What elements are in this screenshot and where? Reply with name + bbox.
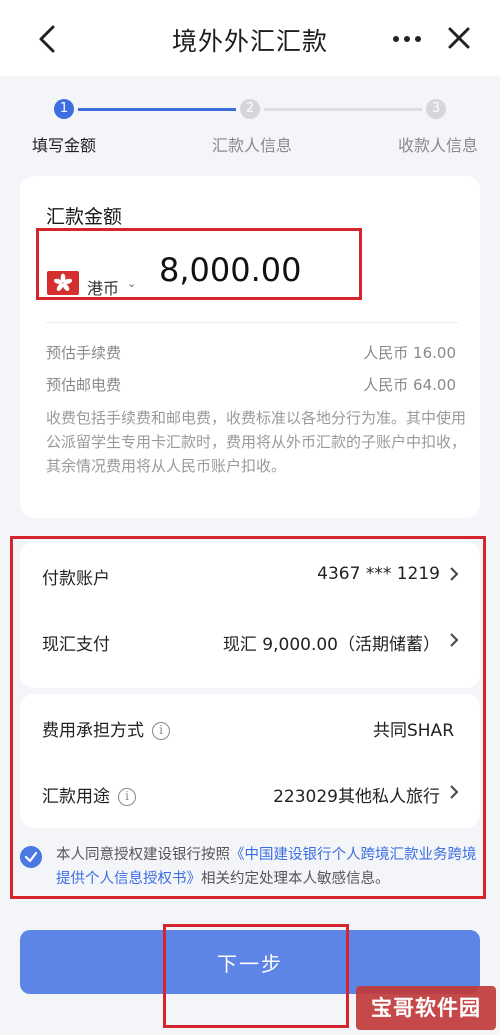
step-1-label: 填写金额 xyxy=(32,136,97,155)
payment-account-label: 付款账户 xyxy=(42,569,110,589)
fee-bearer-value: 共同SHAR xyxy=(372,721,454,741)
step-2-indicator: 2 xyxy=(240,99,260,119)
hk-flag-icon xyxy=(47,271,79,295)
check-icon[interactable] xyxy=(20,846,42,868)
step-connector-1 xyxy=(78,108,236,111)
payment-card: 付款账户 4367 *** 1219 现汇支付 现汇 9,000.00（活期储蓄… xyxy=(20,542,480,688)
watermark-logo: 宝哥软件园 xyxy=(356,986,496,1030)
progress-stepper: 1 2 3 填写金额 汇款人信息 收款人信息 xyxy=(0,96,500,156)
payment-method-row[interactable]: 现汇支付 现汇 9,000.00（活期储蓄） xyxy=(20,610,480,670)
header: 境外外汇汇款 xyxy=(0,0,500,76)
step-1-indicator: 1 xyxy=(54,99,74,119)
remittance-purpose-label: 汇款用途 i xyxy=(42,782,136,807)
step-3-indicator: 3 xyxy=(426,99,446,119)
consent-text: 本人同意授权建设银行按照《中国建设银行个人跨境汇款业务跨境提供个人信息授权书》相… xyxy=(56,847,477,887)
chevron-down-icon[interactable]: ⌄ xyxy=(127,277,136,290)
fee-options-card: 费用承担方式 i 共同SHAR 汇款用途 i 223029其他私人旅行 xyxy=(20,694,480,828)
step-3-label: 收款人信息 xyxy=(398,136,479,155)
step-2-label: 汇款人信息 xyxy=(212,136,293,155)
amount-input-highlight[interactable]: 港币 ⌄ 8,000.00 xyxy=(36,228,362,300)
chevron-right-icon xyxy=(450,633,459,647)
fee-bearer-row[interactable]: 费用承担方式 i 共同SHAR xyxy=(20,696,480,756)
fee-note: 收费包括手续费和邮电费，收费标准以各地分行为准。其中使用公派留学生专用卡汇款时，… xyxy=(46,409,467,475)
next-step-button[interactable]: 下一步 xyxy=(20,930,480,994)
currency-selector[interactable]: 港币 xyxy=(87,275,119,299)
info-icon[interactable]: i xyxy=(152,722,170,740)
remittance-purpose-value: 223029其他私人旅行 xyxy=(273,787,440,807)
chevron-right-icon xyxy=(450,785,459,799)
handling-fee-label: 预估手续费 xyxy=(46,344,122,362)
payment-method-value: 现汇 9,000.00（活期储蓄） xyxy=(222,635,440,655)
page-title: 境外外汇汇款 xyxy=(171,27,328,56)
more-icon[interactable] xyxy=(392,34,422,44)
amount-card: 汇款金额 港币 ⌄ 8,000.00 预估手续费 人民币 16.00 预估邮电费… xyxy=(20,176,480,518)
remittance-purpose-row[interactable]: 汇款用途 i 223029其他私人旅行 xyxy=(20,762,480,822)
postage-fee-label: 预估邮电费 xyxy=(46,376,122,394)
divider xyxy=(46,322,458,323)
payment-account-row[interactable]: 付款账户 4367 *** 1219 xyxy=(20,544,480,604)
chevron-right-icon xyxy=(450,567,459,581)
close-icon[interactable] xyxy=(447,26,471,50)
step-connector-2 xyxy=(264,108,422,111)
handling-fee-value: 人民币 16.00 xyxy=(363,344,456,362)
postage-fee-value: 人民币 64.00 xyxy=(363,376,456,394)
fee-bearer-label: 费用承担方式 i xyxy=(42,716,170,741)
amount-value[interactable]: 8,000.00 xyxy=(159,251,302,289)
amount-title: 汇款金额 xyxy=(46,206,123,228)
info-icon[interactable]: i xyxy=(118,788,136,806)
payment-method-label: 现汇支付 xyxy=(42,635,110,655)
payment-account-value: 4367 *** 1219 xyxy=(317,564,440,584)
